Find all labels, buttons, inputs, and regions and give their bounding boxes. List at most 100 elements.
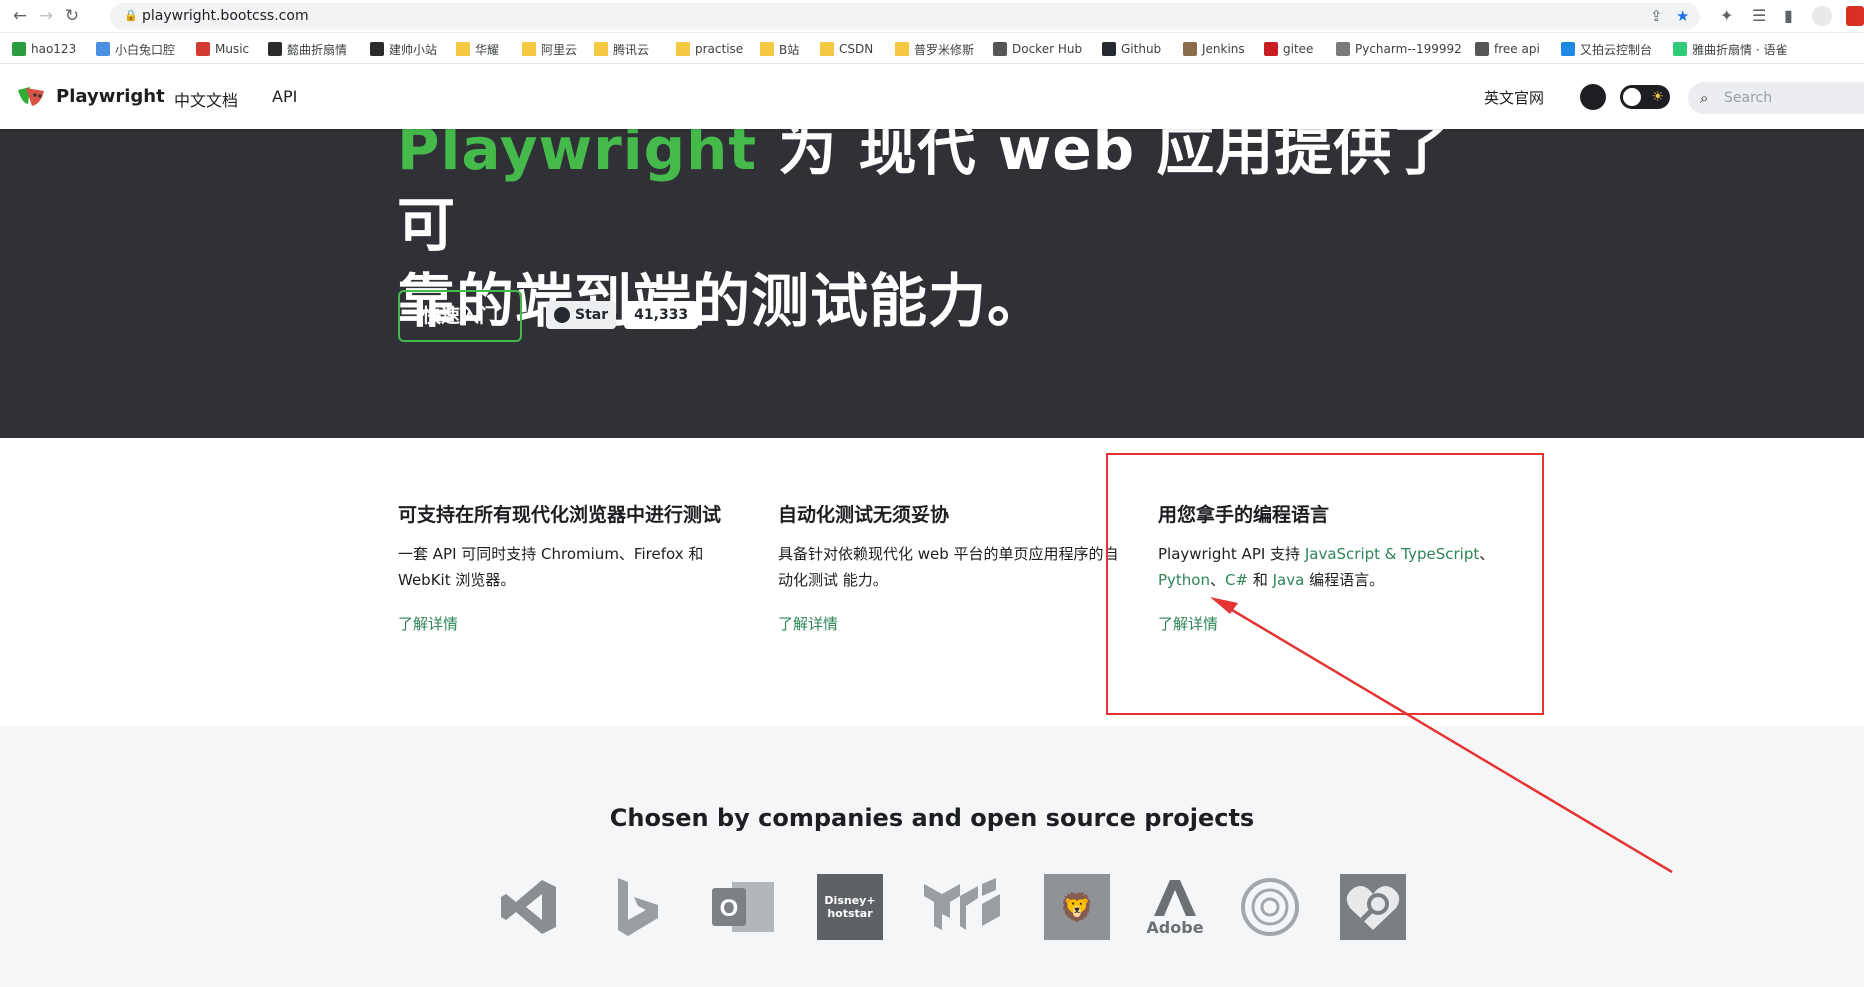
site-icon <box>268 42 282 56</box>
sun-icon: ☀ <box>1651 89 1664 105</box>
bookmark-item[interactable]: 华耀 <box>456 40 499 58</box>
reload-icon[interactable]: ↻ <box>62 6 82 26</box>
bookmark-item[interactable]: 普罗米修斯 <box>895 40 974 58</box>
learn-more-link[interactable]: 了解详情 <box>398 613 748 634</box>
bookmark-label: 普罗米修斯 <box>914 42 975 57</box>
jenkins-icon <box>1183 42 1197 56</box>
quick-start-button[interactable]: 快速入门 <box>398 290 522 342</box>
bookmark-item[interactable]: 腾讯云 <box>594 40 649 58</box>
browser-viewport: ← → ↻ 🔒 playwright.bootcss.com ⇪ ★ ✦ ☰ ▮… <box>0 0 1864 987</box>
profile-avatar[interactable] <box>1812 6 1832 26</box>
bookmark-item[interactable]: Github <box>1102 40 1161 58</box>
bookmark-label: CSDN <box>839 42 874 56</box>
search-placeholder: Search <box>1724 90 1773 106</box>
react-navigation-icon <box>1241 878 1299 936</box>
feature-desc: Playwright API 支持 JavaScript & TypeScrip… <box>1158 541 1518 593</box>
outlook-logo-text: O <box>720 895 739 922</box>
learn-more-link[interactable]: 了解详情 <box>1158 613 1518 634</box>
desc-sep: 、 <box>1479 545 1495 563</box>
site-navbar: Playwright 中文文档 API 英文官网 ☀ ⌕ Search <box>0 64 1864 129</box>
hotstar-icon: Disney+ hotstar <box>817 874 883 940</box>
bookmark-label: free api <box>1494 42 1540 56</box>
extensions-icon[interactable]: ✦ <box>1720 6 1733 26</box>
bookmark-label: Jenkins <box>1202 42 1245 56</box>
nav-english-link[interactable]: 英文官网 <box>1484 87 1544 108</box>
star-label: Star <box>575 307 609 323</box>
star-count[interactable]: 41,333 <box>624 301 699 329</box>
reading-list-icon[interactable]: ☰ <box>1752 6 1766 26</box>
bookmark-item[interactable]: 小白兔口腔 <box>96 40 175 58</box>
star-badge[interactable]: Star <box>546 301 617 329</box>
folder-icon <box>594 42 608 56</box>
folder-icon <box>522 42 536 56</box>
browser-address-bar: ← → ↻ 🔒 playwright.bootcss.com ⇪ ★ ✦ ☰ ▮ <box>0 0 1864 33</box>
bookmark-label: B站 <box>779 42 800 57</box>
lock-icon: 🔒 <box>124 9 138 22</box>
bookmarks-bar: hao123 小白兔口腔 Music 懿曲折扇情 建帅小站 华耀 阿里云 腾讯云 practis… <box>0 33 1864 64</box>
bookmark-label: 腾讯云 <box>613 42 650 57</box>
back-icon[interactable]: ← <box>10 6 30 26</box>
side-panel-icon[interactable]: ▮ <box>1784 6 1793 26</box>
github-star-button[interactable]: Star 41,333 <box>546 301 699 329</box>
search-input[interactable]: ⌕ Search <box>1688 82 1864 114</box>
bookmark-label: practise <box>695 42 744 56</box>
share-icon[interactable]: ⇪ <box>1650 7 1663 25</box>
bookmark-item[interactable]: Jenkins <box>1183 40 1245 58</box>
url-text[interactable]: playwright.bootcss.com <box>142 8 309 24</box>
bookmark-item[interactable]: B站 <box>760 40 799 58</box>
site-brand[interactable]: Playwright <box>56 86 165 107</box>
gitee-icon <box>1264 42 1278 56</box>
nav-docs-link[interactable]: 中文文档 <box>174 87 238 111</box>
bookmark-star-icon[interactable]: ★ <box>1676 7 1689 25</box>
nav-api-link[interactable]: API <box>272 87 297 106</box>
bookmark-item[interactable]: 雅曲折扇情 · 语雀 <box>1673 40 1787 58</box>
feature-title: 用您拿手的编程语言 <box>1158 504 1330 526</box>
bookmark-item[interactable]: 懿曲折扇情 <box>268 40 347 58</box>
feature-title: 可支持在所有现代化浏览器中进行测试 <box>398 504 722 526</box>
bookmark-label: Github <box>1121 42 1162 56</box>
outlook-icon: O <box>708 874 778 940</box>
bookmark-item[interactable]: Music <box>196 40 249 58</box>
bookmark-label: Music <box>215 42 250 56</box>
bing-icon <box>618 878 658 936</box>
bookmark-item[interactable]: 建帅小站 <box>370 40 437 58</box>
bookmark-item[interactable]: Docker Hub <box>993 40 1082 58</box>
netease-music-icon <box>196 42 210 56</box>
search-icon: ⌕ <box>1700 89 1709 107</box>
theme-toggle[interactable]: ☀ <box>1620 85 1670 109</box>
bookmark-item[interactable]: Pycharm--199992 <box>1336 40 1462 58</box>
bookmark-label: 又拍云控制台 <box>1580 42 1653 57</box>
bookmark-label: 建帅小站 <box>389 42 438 57</box>
update-icon[interactable] <box>1846 6 1864 26</box>
lang-csharp-link[interactable]: C# <box>1225 571 1248 589</box>
lang-java-link[interactable]: Java <box>1273 571 1305 589</box>
bookmark-item[interactable]: gitee <box>1264 40 1313 58</box>
github-icon[interactable] <box>1580 84 1606 110</box>
folder-icon <box>895 42 909 56</box>
feature-title: 自动化测试无须妥协 <box>778 504 950 526</box>
bookmark-label: Docker Hub <box>1012 42 1083 56</box>
desc-and: 和 <box>1248 571 1273 589</box>
upyun-icon <box>1561 42 1575 56</box>
feature-browsers: 可支持在所有现代化浏览器中进行测试 一套 API 可同时支持 Chromium、… <box>398 501 748 634</box>
bookmark-item[interactable]: free api <box>1475 40 1540 58</box>
playwright-logo-icon[interactable] <box>16 84 46 108</box>
lang-python-link[interactable]: Python <box>1158 571 1210 589</box>
omnibox[interactable]: 🔒 playwright.bootcss.com ⇪ ★ <box>110 3 1700 30</box>
bookmark-item[interactable]: 阿里云 <box>522 40 577 58</box>
bookmark-item[interactable]: hao123 <box>12 40 76 58</box>
learn-more-link[interactable]: 了解详情 <box>778 613 1128 634</box>
bookmark-item[interactable]: practise <box>676 40 743 58</box>
folder-icon <box>456 42 470 56</box>
bookmark-item[interactable]: 又拍云控制台 <box>1561 40 1652 58</box>
toggle-knob <box>1623 88 1641 106</box>
yuque-icon <box>1673 42 1687 56</box>
forward-icon[interactable]: → <box>36 6 56 26</box>
lang-js-link[interactable]: JavaScript & TypeScript <box>1305 545 1479 563</box>
site-icon <box>370 42 384 56</box>
desc-prefix: Playwright API 支持 <box>1158 545 1305 563</box>
ing-lion-icon: 🦁 <box>1044 874 1110 940</box>
bookmark-item[interactable]: CSDN <box>820 40 873 58</box>
bookmark-label: 懿曲折扇情 <box>287 42 348 57</box>
features-section: 可支持在所有现代化浏览器中进行测试 一套 API 可同时支持 Chromium、… <box>0 438 1864 726</box>
